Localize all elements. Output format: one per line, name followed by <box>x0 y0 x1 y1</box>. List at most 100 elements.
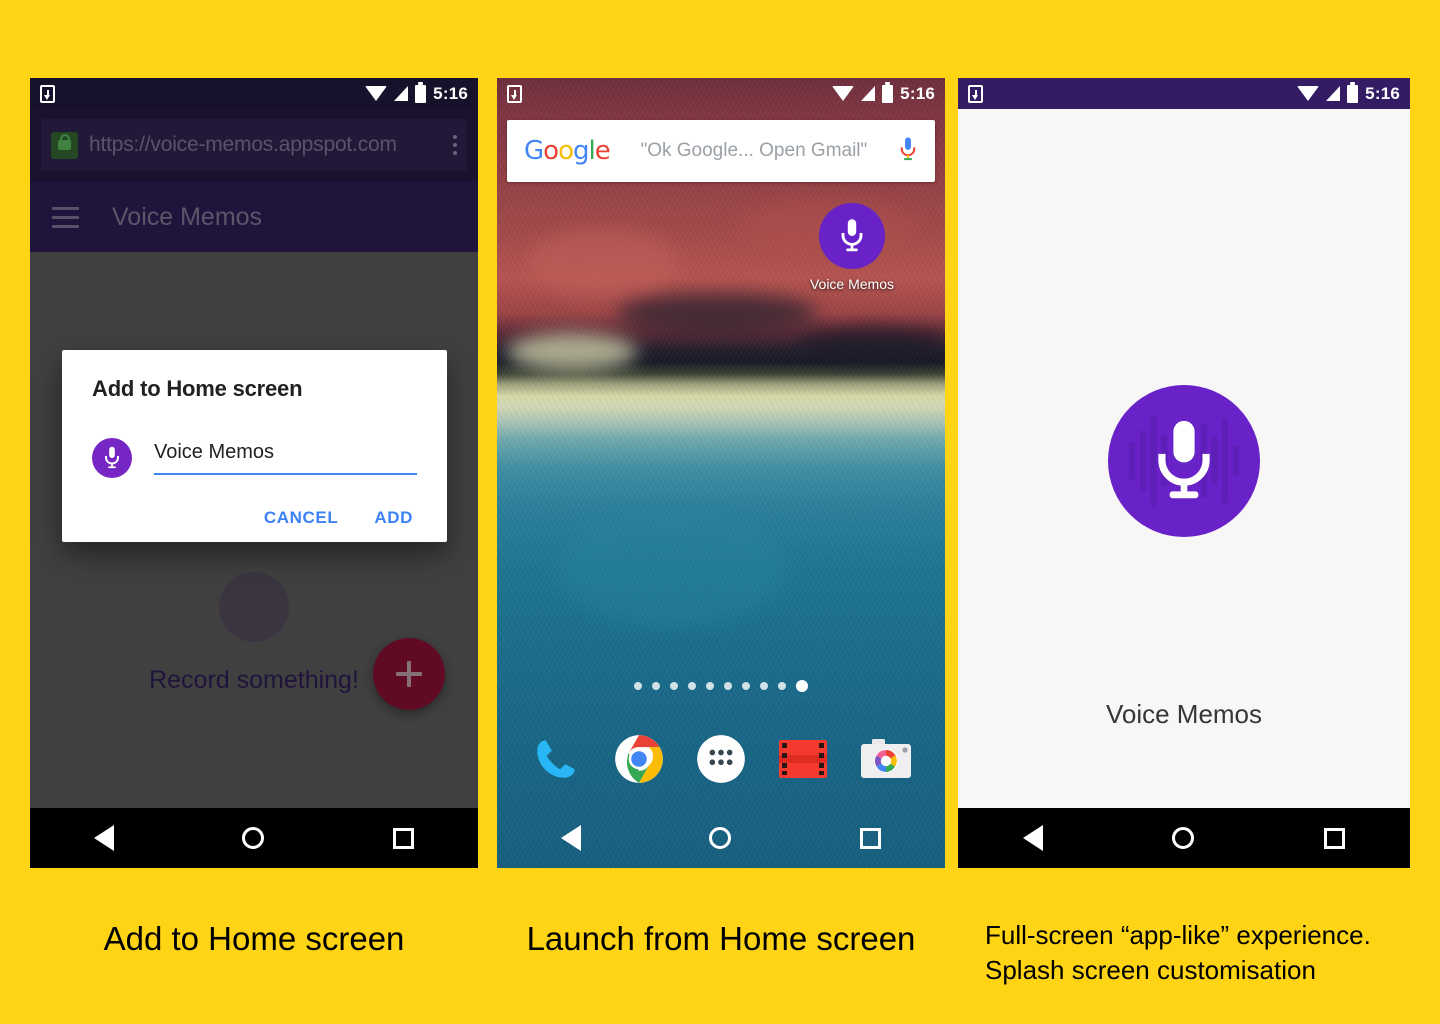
mic-glyph <box>1158 420 1210 499</box>
download-icon <box>968 84 983 103</box>
logo-letter: g <box>573 136 589 166</box>
navigation-bar <box>497 808 945 868</box>
poster-stage: Record something! https://voice-memos.ap… <box>0 0 1440 1024</box>
status-bar: 5:16 <box>497 78 945 109</box>
wifi-icon <box>832 86 855 101</box>
shortcut-name-value: Voice Memos <box>154 441 275 463</box>
page-dot[interactable] <box>742 682 750 690</box>
camera-glyph <box>860 739 911 778</box>
download-icon <box>507 84 522 103</box>
caption-line-1: Full-screen “app-like” experience. <box>985 920 1371 950</box>
signal-icon <box>1326 86 1341 101</box>
page-dot[interactable] <box>760 682 768 690</box>
shortcut-name-field[interactable]: Voice Memos <box>154 441 417 475</box>
caption-line-2: Splash screen customisation <box>985 955 1316 986</box>
add-to-home-screen-dialog: Add to Home screen Voice Memos CANCEL AD… <box>62 350 447 542</box>
battery-icon <box>1347 81 1359 103</box>
app-drawer-icon[interactable] <box>692 730 750 788</box>
status-bar-clock: 5:16 <box>1365 84 1400 103</box>
splash-app-name: Voice Memos <box>1105 699 1263 729</box>
home-circle-icon[interactable] <box>709 827 732 849</box>
wallpaper-detail <box>617 293 817 333</box>
status-bar-clock: 5:16 <box>900 84 935 103</box>
navigation-bar <box>958 808 1410 868</box>
download-icon <box>40 84 55 103</box>
phone-2-home-screen: Google "Ok Google... Open Gmail" Voice M… <box>497 78 945 868</box>
wallpaper-detail <box>557 508 787 628</box>
dialog-title: Add to Home screen <box>92 376 303 401</box>
phone-1-add-to-home-screen: Record something! https://voice-memos.ap… <box>30 78 478 868</box>
recents-square-icon[interactable] <box>859 827 881 849</box>
chrome-icon[interactable] <box>610 730 668 788</box>
search-hint-text: "Ok Google... Open Gmail" <box>640 140 868 161</box>
play-movies-glyph <box>779 740 828 778</box>
phone-icon[interactable] <box>527 730 585 788</box>
home-circle-icon[interactable] <box>1172 827 1195 849</box>
page-dot[interactable] <box>670 682 678 690</box>
battery-icon <box>882 81 894 103</box>
dialog-actions: CANCEL ADD <box>92 508 417 528</box>
page-dot[interactable] <box>634 682 642 690</box>
cancel-button[interactable]: CANCEL <box>264 508 338 528</box>
logo-letter: e <box>594 136 611 166</box>
wallpaper-detail <box>527 228 677 298</box>
back-triangle-icon[interactable] <box>561 825 582 851</box>
logo-letter: G <box>524 136 544 166</box>
phone-glyph <box>537 740 575 778</box>
phone-3-screen: Voice Memos 5:16 <box>958 78 1410 868</box>
page-dot[interactable] <box>688 682 696 690</box>
voice-memos-mic-icon <box>819 203 885 269</box>
phone-2-screen: Google "Ok Google... Open Gmail" Voice M… <box>497 78 945 868</box>
mic-glyph <box>841 219 863 252</box>
phone-1-screen: Record something! https://voice-memos.ap… <box>30 78 478 868</box>
caption-text: Launch from Home screen <box>526 920 916 957</box>
status-bar-right: 5:16 <box>1297 81 1400 103</box>
status-bar-right: 5:16 <box>365 81 468 103</box>
logo-letter: o <box>558 136 574 166</box>
status-bar-left <box>40 84 55 103</box>
home-circle-icon[interactable] <box>242 827 265 849</box>
status-bar-left <box>968 84 983 103</box>
page-dot-active[interactable] <box>796 680 808 692</box>
page-dot[interactable] <box>724 682 732 690</box>
caption-add-to-home-screen: Add to Home screen <box>103 920 405 957</box>
google-search-widget[interactable]: Google "Ok Google... Open Gmail" <box>507 120 935 182</box>
back-triangle-icon[interactable] <box>94 825 115 851</box>
play-movies-icon[interactable] <box>774 730 832 788</box>
wifi-icon <box>1297 86 1320 101</box>
status-bar: 5:16 <box>30 78 478 109</box>
back-triangle-icon[interactable] <box>1022 825 1043 851</box>
page-dot[interactable] <box>778 682 786 690</box>
signal-icon <box>861 86 876 101</box>
mic-glyph <box>105 446 119 469</box>
wifi-icon <box>365 86 388 101</box>
voice-memos-mic-icon <box>1108 385 1260 537</box>
camera-icon[interactable] <box>857 730 915 788</box>
status-bar-left <box>507 84 522 103</box>
add-button[interactable]: ADD <box>374 508 413 528</box>
dialog-input-row: Voice Memos <box>92 438 417 478</box>
google-mic-icon[interactable] <box>898 136 918 167</box>
recents-square-icon[interactable] <box>392 827 414 849</box>
shortcut-label: Voice Memos <box>809 276 895 292</box>
input-underline <box>154 473 417 475</box>
recents-square-icon[interactable] <box>1324 827 1346 849</box>
chrome-glyph <box>614 735 663 783</box>
phone-3-splash-screen: Voice Memos 5:16 <box>958 78 1410 868</box>
page-indicator-dots <box>497 680 945 692</box>
page-dot[interactable] <box>706 682 714 690</box>
caption-launch-from-home-screen: Launch from Home screen <box>497 920 945 958</box>
wallpaper-detail <box>797 328 945 362</box>
voice-memos-mic-icon <box>92 438 132 478</box>
status-bar-right: 5:16 <box>832 81 935 103</box>
mic-glyph <box>900 136 916 160</box>
logo-letter: o <box>543 136 559 166</box>
status-bar-clock: 5:16 <box>433 84 468 103</box>
home-screen-dock <box>497 722 945 796</box>
status-bar: 5:16 <box>958 78 1410 109</box>
battery-icon <box>415 81 427 103</box>
page-dot[interactable] <box>652 682 660 690</box>
home-screen-shortcut[interactable]: Voice Memos <box>802 203 902 292</box>
caption-full-screen-experience: Full-screen “app-like” experience. Splas… <box>985 918 1425 989</box>
navigation-bar <box>30 808 478 868</box>
